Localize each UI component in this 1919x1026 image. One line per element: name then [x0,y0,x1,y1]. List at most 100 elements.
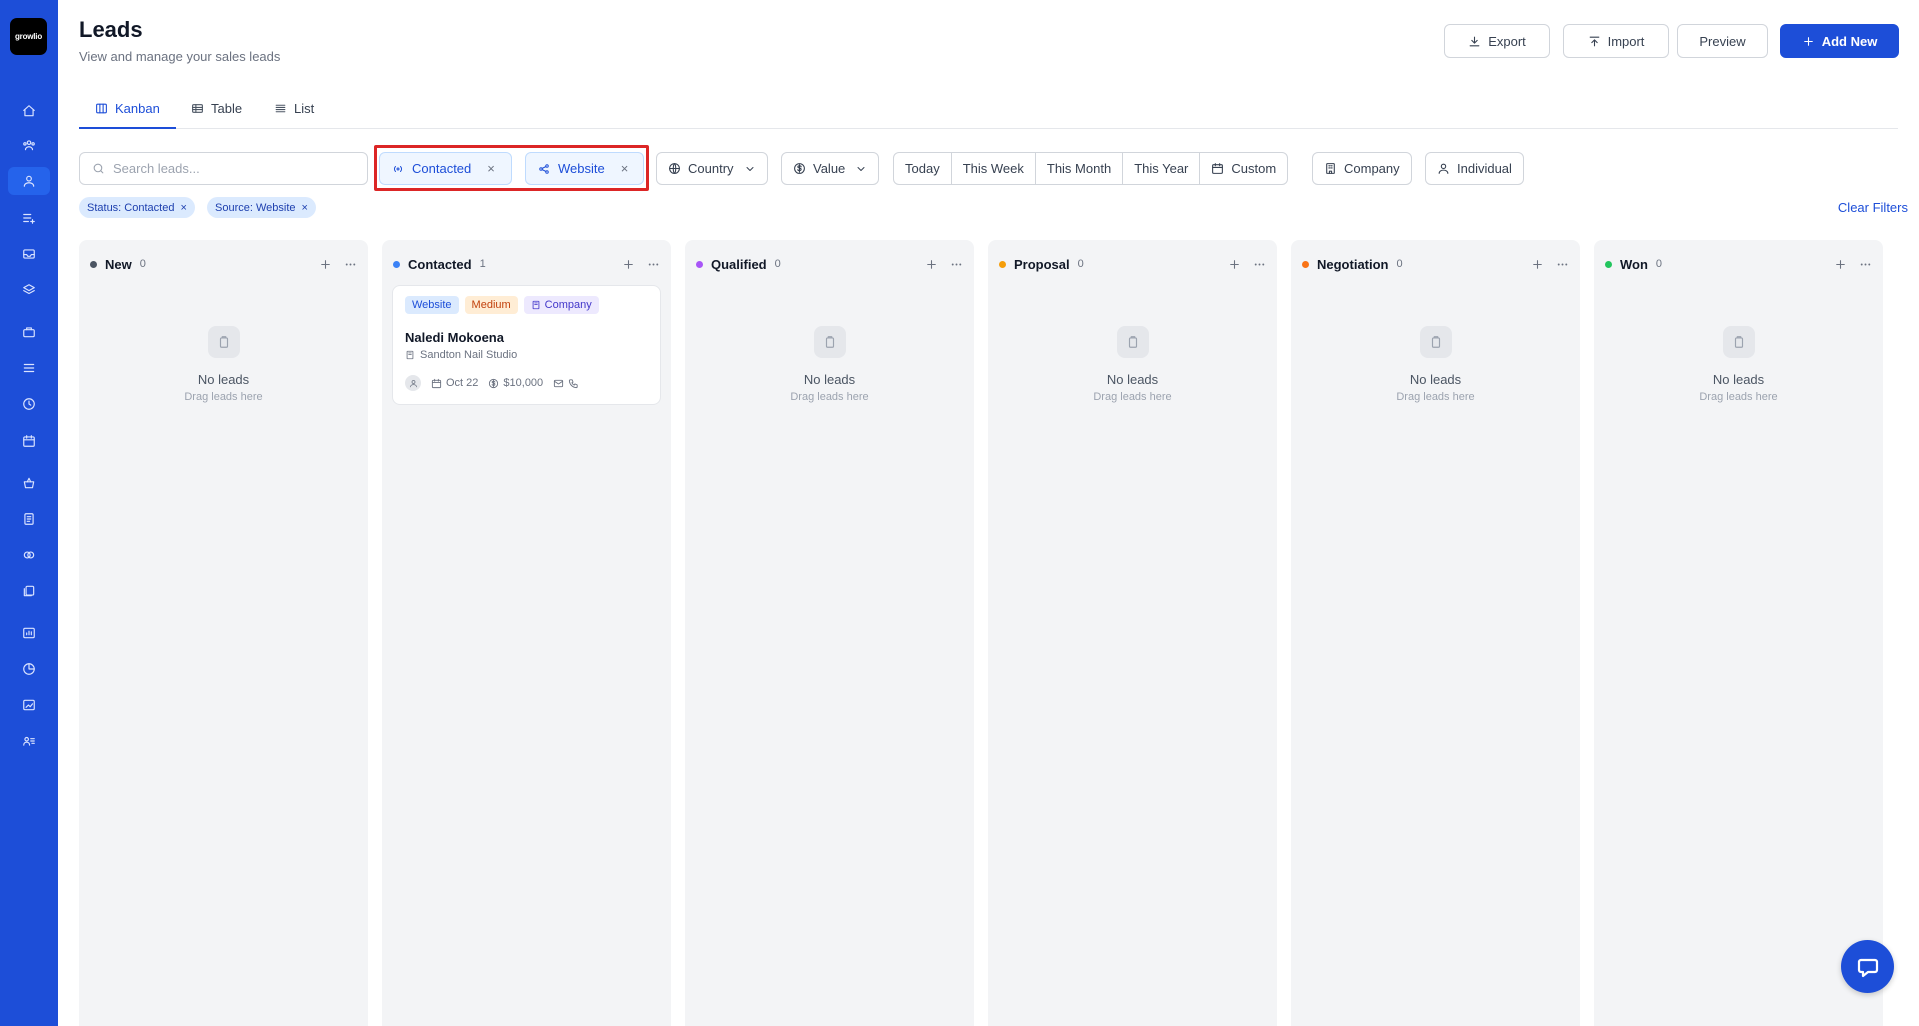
phone-icon[interactable] [568,378,579,389]
source-filter-chip[interactable]: Website × [525,152,644,185]
building-icon [532,300,540,310]
remove-tag-icon[interactable]: × [180,202,186,214]
import-button[interactable]: Import [1563,24,1669,58]
help-chat-button[interactable] [1841,940,1894,993]
add-lead-icon[interactable] [1834,258,1847,271]
empty-subtitle: Drag leads here [184,391,263,403]
sidebar-item-tasks[interactable] [8,204,50,232]
add-lead-icon[interactable] [1228,258,1241,271]
country-label: Country [688,161,734,176]
empty-state: No leads Drag leads here [685,326,974,403]
sidebar-item-team[interactable] [8,727,50,755]
sidebar-item-leads[interactable] [8,167,50,195]
sidebar-item-home[interactable] [8,97,50,125]
sidebar-item-calendar[interactable] [8,427,50,455]
company-label: Company [1344,161,1400,176]
add-lead-icon[interactable] [319,258,332,271]
mail-icon[interactable] [553,378,564,389]
source-chip-label: Website [558,161,605,176]
sidebar-item-activity[interactable] [8,390,50,418]
more-options-icon[interactable] [1859,258,1872,271]
empty-title: No leads [197,372,250,387]
tag-label: Source: Website [215,201,296,214]
column-header: Won 0 [1605,254,1872,274]
status-chip-remove-icon[interactable]: × [487,161,495,176]
company-filter-button[interactable]: Company [1312,152,1412,185]
sidebar-item-invoices[interactable] [8,505,50,533]
more-options-icon[interactable] [344,258,357,271]
column-count: 1 [479,258,486,270]
export-button[interactable]: Export [1444,24,1550,58]
app-logo[interactable]: growlio [10,18,47,55]
user-icon [23,175,35,187]
date-this-year-button[interactable]: This Year [1123,153,1201,184]
sidebar-item-layers[interactable] [8,276,50,304]
lead-date: Oct 22 [446,377,479,389]
value-label: Value [813,161,846,176]
tag-label: Status: Contacted [87,201,175,214]
lead-card[interactable]: Website Medium Company Naledi Mokoena Sa… [392,285,661,405]
more-options-icon[interactable] [1253,258,1266,271]
sidebar-item-payments[interactable] [8,541,50,569]
tab-list[interactable]: List [274,97,314,129]
status-filter-chip[interactable]: Contacted × [379,152,512,185]
search-input[interactable] [113,161,353,176]
preview-button[interactable]: Preview [1677,24,1768,58]
column-title: Proposal [1014,256,1070,272]
status-dot [1605,260,1612,268]
clipboard-icon [207,326,240,358]
receipt-icon [24,513,34,525]
building-icon [406,350,414,360]
sidebar-item-contacts[interactable] [8,131,50,159]
tab-table[interactable]: Table [191,97,242,129]
sidebar-item-reports[interactable] [8,655,50,683]
lead-name: Naledi Mokoena [405,330,504,345]
add-lead-icon[interactable] [925,258,938,271]
coins-icon [23,551,35,559]
sidebar-item-analytics[interactable] [8,619,50,647]
home-icon [23,105,35,117]
chat-bubble-icon [1857,958,1878,977]
more-options-icon[interactable] [1556,258,1569,271]
date-range-filter: Today This Week This Month This Year Cus… [893,152,1289,185]
empty-subtitle: Drag leads here [1396,391,1475,403]
date-custom-button[interactable]: Custom [1200,153,1287,184]
sidebar-item-orders[interactable] [8,469,50,497]
clear-filters-link[interactable]: Clear Filters [1838,200,1908,215]
sidebar-item-deals[interactable] [8,318,50,346]
tab-kanban[interactable]: Kanban [79,97,176,129]
sidebar-item-menu[interactable] [8,354,50,382]
assignee-avatar[interactable] [405,375,421,391]
basket-icon [23,477,35,489]
country-filter[interactable]: Country [656,152,768,185]
chevron-down-icon [857,166,865,171]
download-icon [1469,36,1480,46]
remove-tag-icon[interactable]: × [302,202,308,214]
column-title: Contacted [408,256,472,272]
chevron-down-icon [746,166,754,171]
value-filter[interactable]: Value [781,152,880,185]
tab-kanban-label: Kanban [115,101,160,116]
add-new-button[interactable]: Add New [1780,24,1899,58]
status-dot [696,260,703,268]
empty-subtitle: Drag leads here [790,391,869,403]
sidebar-item-documents[interactable] [8,577,50,605]
empty-subtitle: Drag leads here [1699,391,1778,403]
more-options-icon[interactable] [950,258,963,271]
custom-label: Custom [1231,161,1277,176]
kanban-column-contacted: Contacted 1 Website Medium Company Naled… [382,240,671,1026]
add-lead-icon[interactable] [622,258,635,271]
add-lead-icon[interactable] [1531,258,1544,271]
empty-title: No leads [1106,372,1159,387]
sidebar-item-insights[interactable] [8,691,50,719]
status-dot [1302,260,1309,268]
tab-table-label: Table [211,101,243,116]
date-today-button[interactable]: Today [894,153,952,184]
individual-filter-button[interactable]: Individual [1425,152,1524,185]
date-this-week-button[interactable]: This Week [952,153,1036,184]
more-options-icon[interactable] [647,258,660,271]
sidebar-item-inbox[interactable] [8,240,50,268]
source-chip-remove-icon[interactable]: × [621,161,629,176]
clipboard-icon [1722,326,1755,358]
date-this-month-button[interactable]: This Month [1036,153,1124,184]
